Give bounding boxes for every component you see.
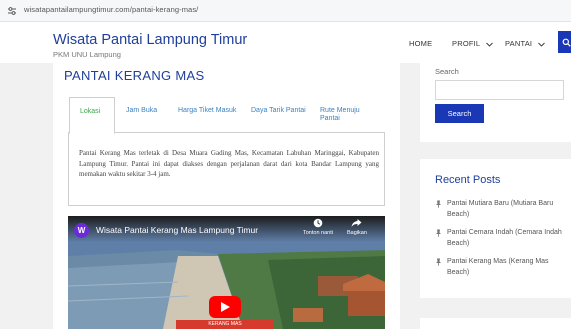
recent-posts-widget: Recent Posts Pantai Mutiara Baru (Mutiar… [420,159,571,298]
search-input[interactable] [435,80,564,100]
youtube-video-embed[interactable]: W Wisata Pantai Kerang Mas Lampung Timur… [68,216,385,329]
nav-item-profil[interactable]: PROFIL [452,39,494,48]
search-button[interactable]: Search [435,104,484,123]
tab-jam-buka[interactable]: Jam Buka [126,97,166,133]
nav-item-pantai[interactable]: PANTAI [505,39,546,48]
tab-panel-text: Pantai Kerang Mas terletak di Desa Muara… [79,149,379,178]
tab-strip: Lokasi Jam Buka Harga Tiket Masuk Daya T… [68,97,385,134]
browser-address-bar[interactable]: wisatapantailampungtimur.com/pantai-kera… [0,0,571,22]
recent-post-link[interactable]: Pantai Kerang Mas (Kerang Mas Beach) [447,258,549,276]
video-caption-banner: KERANG MAS [176,320,274,329]
header-search-button[interactable] [558,31,571,53]
recent-posts-title: Recent Posts [435,174,501,186]
share-icon [351,219,362,227]
site-header: Wisata Pantai Lampung Timur PKM UNU Lamp… [0,22,571,63]
watch-later-button[interactable]: Tonton nanti [303,218,333,236]
site-settings-icon[interactable] [7,6,17,16]
play-icon [221,302,230,312]
post-content: PANTAI KERANG MAS Lokasi Jam Buka Harga … [53,63,400,329]
tab-panel: Pantai Kerang Mas terletak di Desa Muara… [68,133,385,206]
recent-posts-list: Pantai Mutiara Baru (Mutiara Baru Beach)… [435,199,567,286]
chevron-down-icon [486,42,494,47]
tab-rute-menuju-pantai[interactable]: Rute Menuju Pantai [320,97,380,133]
thumbtack-icon [436,229,441,237]
share-button[interactable]: Bagikan [347,218,367,236]
thumbtack-icon [436,258,441,266]
nav-item-label: PROFIL [452,39,481,48]
recent-post-item[interactable]: Pantai Kerang Mas (Kerang Mas Beach) [435,257,567,278]
search-icon [562,38,571,47]
info-tabs: Lokasi Jam Buka Harga Tiket Masuk Daya T… [68,97,385,206]
sidebar-search-widget: Search Search [420,63,571,142]
tab-lokasi[interactable]: Lokasi [69,97,115,134]
channel-avatar[interactable]: W [74,223,89,238]
nav-item-home[interactable]: HOME [409,39,432,48]
site-title[interactable]: Wisata Pantai Lampung Timur [53,32,247,48]
watch-later-label: Tonton nanti [303,230,333,236]
recent-post-item[interactable]: Pantai Mutiara Baru (Mutiara Baru Beach) [435,199,567,220]
site-description: PKM UNU Lampung [53,50,121,59]
nav-item-label: PANTAI [505,39,533,48]
chevron-down-icon [538,42,546,47]
sidebar-widget [420,318,571,329]
page-title: PANTAI KERANG MAS [64,68,205,83]
thumbtack-icon [436,200,441,208]
tab-daya-tarik-pantai[interactable]: Daya Tarik Pantai [251,97,306,133]
video-title[interactable]: Wisata Pantai Kerang Mas Lampung Timur [96,225,258,235]
search-label: Search [435,67,459,76]
play-button[interactable] [209,296,241,318]
clock-icon [313,218,323,228]
address-url[interactable]: wisatapantailampungtimur.com/pantai-kera… [24,5,198,14]
nav-item-label: HOME [409,39,433,48]
share-label: Bagikan [347,230,367,236]
recent-post-item[interactable]: Pantai Cemara Indah (Cemara Indah Beach) [435,228,567,249]
recent-post-link[interactable]: Pantai Mutiara Baru (Mutiara Baru Beach) [447,200,553,218]
recent-post-link[interactable]: Pantai Cemara Indah (Cemara Indah Beach) [447,229,562,247]
tab-harga-tiket-masuk[interactable]: Harga Tiket Masuk [178,97,238,133]
